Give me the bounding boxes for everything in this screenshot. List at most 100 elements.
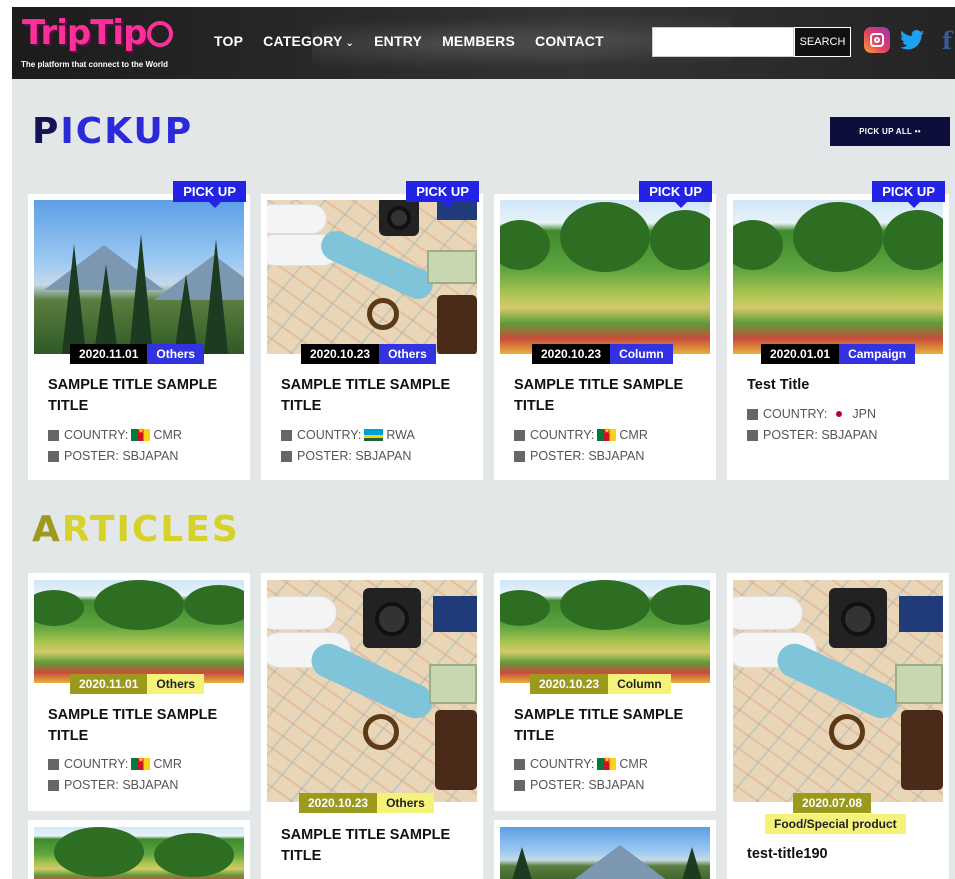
pickup-ribbon: PICK UP [872,181,945,208]
nav-entry[interactable]: ENTRY [374,33,422,49]
nav-top[interactable]: TOP [214,33,243,49]
main-content: PICKUP PICK UP ALL •• PICK UP 2020.11.01… [12,79,955,879]
nav-category-label: CATEGORY [263,33,343,49]
card-image[interactable] [34,200,244,354]
card-poster: POSTER: SBJAPAN [747,428,877,442]
card-date: 2020.10.23 [530,674,609,694]
pickup-card[interactable]: PICK UP 2020.01.01 Campaign Test Title C… [727,181,949,480]
card-image[interactable] [34,827,244,879]
card-image[interactable] [34,580,244,683]
article-card[interactable] [28,820,250,879]
bush-shape [560,580,650,630]
country-label: COUNTRY: [530,428,595,442]
card-title[interactable]: SAMPLE TITLE SAMPLE TITLE [514,375,700,417]
poster-text: POSTER: SBJAPAN [64,449,179,463]
card-image[interactable] [267,200,477,354]
site-header: TripTip The platform that connect to the… [12,7,955,79]
pickup-card[interactable]: PICK UP 2020.11.01 Others SAMPLE TITLE S… [28,181,250,480]
article-card[interactable] [494,820,716,879]
article-card[interactable]: 2020.07.08 Food/Special product test-tit… [727,573,949,879]
card-date: 2020.11.01 [70,344,148,364]
bush-shape [793,202,883,272]
country-square-icon [48,758,59,770]
bush-shape [184,585,244,625]
river-shape [305,638,439,724]
card-category[interactable]: Campaign [839,344,916,364]
pickup-card[interactable]: PICK UP 2020.10.23 Others SAMPLE TITLE S… [261,181,483,480]
country-square-icon [747,408,758,420]
magnifier-shape [367,298,399,330]
poster-text: POSTER: SBJAPAN [530,449,645,463]
card-image[interactable] [733,580,943,802]
card-title[interactable]: SAMPLE TITLE SAMPLE TITLE [281,375,467,417]
card-category[interactable]: Others [147,674,205,694]
country-code: RWA [386,428,415,442]
search-input[interactable] [652,27,794,57]
article-card[interactable]: 2020.11.01 Others SAMPLE TITLE SAMPLE TI… [28,573,250,811]
logo-ring-icon [147,21,174,47]
search-button[interactable]: SEARCH [794,27,851,57]
bush-shape [650,585,710,625]
card-category[interactable]: Food/Special product [765,814,906,834]
card-image[interactable] [733,200,943,354]
card-category[interactable]: Others [147,344,205,364]
country-code: JPN [852,407,876,421]
flag-jpn-icon [830,408,850,420]
card-poster: POSTER: SBJAPAN [514,778,644,792]
bush-shape [154,833,234,877]
card-title[interactable]: SAMPLE TITLE SAMPLE TITLE [281,825,467,867]
instagram-icon[interactable] [864,27,890,53]
flag-rwa-icon [364,429,384,441]
card-category[interactable]: Others [379,344,436,364]
pickup-ribbon: PICK UP [639,181,712,208]
facebook-icon[interactable]: f [934,26,955,55]
nav-members[interactable]: MEMBERS [442,33,515,49]
flag-cmr-icon [597,755,617,770]
tree-shape [94,264,118,354]
twitter-icon[interactable] [899,27,925,53]
site-logo[interactable]: TripTip [22,13,174,53]
poster-square-icon [514,450,525,462]
card-category[interactable]: Column [610,344,673,364]
card-poster: POSTER: SBJAPAN [48,449,178,463]
nav-contact[interactable]: CONTACT [535,33,604,49]
article-card[interactable]: 2020.10.23 Column SAMPLE TITLE SAMPLE TI… [494,573,716,811]
articles-title-rest: RTICLES [61,509,240,550]
card-tags: 2020.10.23 Others [299,793,434,813]
tree-shape [174,274,198,354]
pickup-section-title: PICKUP [32,111,193,152]
tree-shape [204,239,228,354]
card-title[interactable]: SAMPLE TITLE SAMPLE TITLE [514,705,700,747]
country-label: COUNTRY: [64,757,129,771]
country-square-icon [48,429,59,441]
card-image[interactable] [500,827,710,879]
magnifier-shape [829,714,865,750]
card-title[interactable]: SAMPLE TITLE SAMPLE TITLE [48,375,234,417]
article-card[interactable]: 2020.10.23 Others SAMPLE TITLE SAMPLE TI… [261,573,483,879]
card-title[interactable]: Test Title [747,375,933,396]
pickup-card[interactable]: PICK UP 2020.10.23 Column SAMPLE TITLE S… [494,181,716,480]
poster-square-icon [48,450,59,462]
card-image[interactable] [267,580,477,802]
lens-shape [841,602,875,636]
card-country: COUNTRY: JPN [747,407,876,421]
poster-square-icon [48,779,59,791]
poster-square-icon [514,779,525,791]
tree-shape [129,234,153,354]
passport-shape [433,596,477,632]
country-square-icon [514,758,525,770]
card-title[interactable]: SAMPLE TITLE SAMPLE TITLE [48,705,234,747]
card-title[interactable]: test-title190 [747,844,933,865]
phone-shape [435,710,477,790]
instagram-glyph [870,33,884,47]
card-category[interactable]: Column [608,674,671,694]
country-code: CMR [619,428,648,442]
card-category[interactable]: Others [377,793,434,813]
card-country: COUNTRY: CMR [48,755,182,771]
card-image[interactable] [500,200,710,354]
nav-category[interactable]: CATEGORY ⌄ [263,33,354,49]
poster-text: POSTER: SBJAPAN [297,449,412,463]
card-image[interactable] [500,580,710,683]
bush-shape [500,220,550,270]
pickup-all-button[interactable]: PICK UP ALL •• [830,117,950,146]
